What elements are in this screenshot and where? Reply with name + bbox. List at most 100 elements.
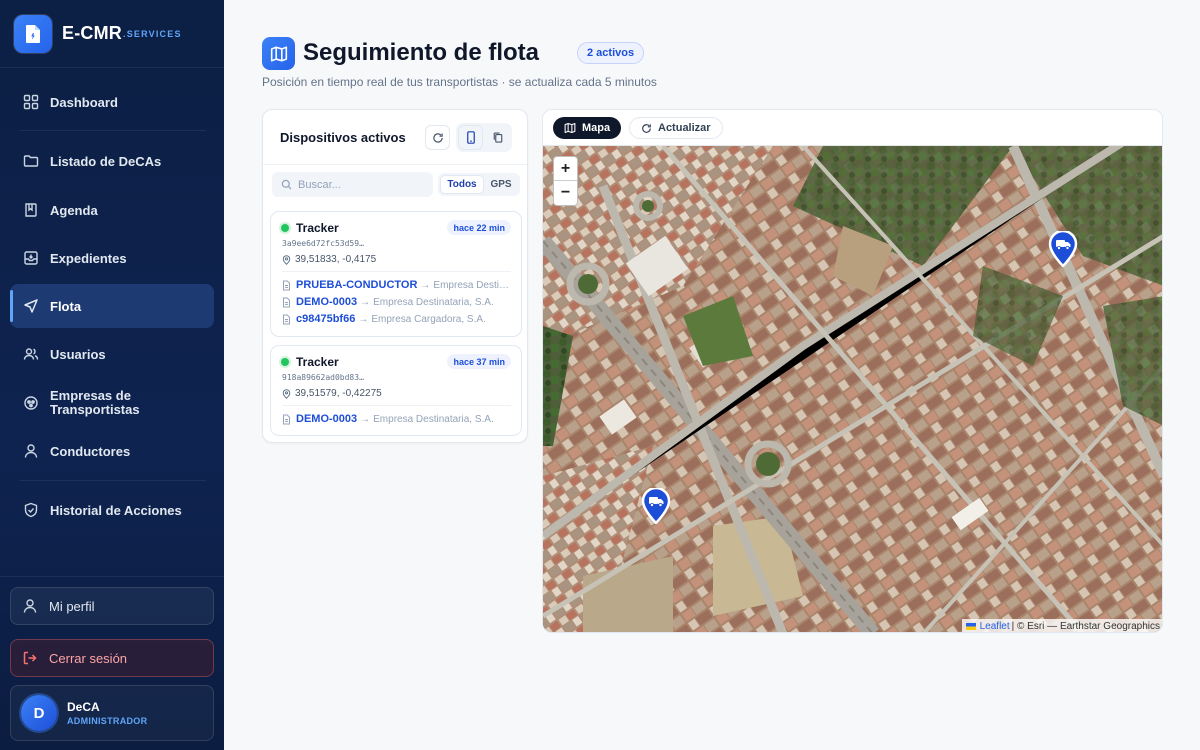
sidebar-item-dashboard[interactable]: Dashboard: [10, 80, 214, 124]
truck-pin-icon: [641, 486, 671, 525]
linked-document[interactable]: DEMO-0003 → Empresa Destinataria, S.A.: [282, 413, 514, 425]
satellite-map[interactable]: + − Leaflet | © Esri — Earthstar Geograp…: [543, 146, 1162, 632]
last-seen-badge: hace 37 min: [447, 354, 511, 369]
search-icon: [281, 179, 292, 190]
refresh-icon: [432, 132, 443, 143]
coords-value: 39,51579, -0,42275: [295, 388, 382, 399]
phone-view-button[interactable]: [458, 125, 483, 150]
logout-button[interactable]: Cerrar sesión: [10, 639, 214, 677]
avatar: D: [21, 695, 57, 731]
sidebar-item-label: Flota: [50, 298, 82, 314]
online-status-dot: [281, 224, 289, 232]
online-status-dot: [281, 358, 289, 366]
devices-title: Dispositivos activos: [280, 130, 406, 145]
document-code: c98475bf66: [296, 313, 356, 325]
satellite-imagery: [543, 146, 1162, 632]
building-icon: [22, 394, 40, 412]
map-icon: [564, 122, 576, 134]
linked-document[interactable]: c98475bf66 → Empresa Cargadora, S.A.: [282, 313, 514, 325]
linked-document[interactable]: PRUEBA-CONDUCTOR→Empresa Destinataria, S…: [282, 279, 514, 291]
document-icon: [283, 314, 290, 324]
devices-header: Dispositivos activos: [263, 110, 527, 165]
sidebar-item-usuarios[interactable]: Usuarios: [10, 332, 214, 376]
document-company: Empresa Destinataria, S.A.: [373, 296, 494, 308]
map-attribution: Leaflet | © Esri — Earthstar Geographics: [961, 619, 1162, 632]
leaflet-link[interactable]: Leaflet: [980, 621, 1010, 632]
zoom-control: + −: [553, 156, 578, 206]
filter-gps[interactable]: GPS: [484, 175, 518, 194]
document-logo-icon: [14, 14, 52, 53]
document-icon: [283, 414, 290, 424]
active-count-badge: 2 activos: [577, 42, 645, 64]
device-name: Tracker: [296, 221, 339, 235]
truck-marker[interactable]: [641, 486, 671, 525]
users-icon: [22, 345, 40, 363]
navigation-icon: [22, 297, 40, 315]
map-toolbar: Mapa Actualizar: [543, 110, 1162, 146]
profile-button[interactable]: Mi perfil: [10, 587, 214, 625]
arrow-icon: →: [358, 313, 369, 325]
arrow-icon: →: [360, 296, 371, 308]
page-title: Seguimiento de flota: [303, 39, 540, 66]
ukraine-flag-icon: [965, 623, 976, 630]
refresh-label: Actualizar: [658, 122, 711, 134]
brand[interactable]: E-CMR .SERVICES: [0, 0, 224, 68]
phone-icon: [466, 131, 475, 144]
filter-toggle: Todos GPS: [438, 173, 520, 196]
user-card[interactable]: D DeCA ADMINISTRADOR: [10, 685, 214, 741]
map-panel: Mapa Actualizar + − Leaflet | © Esri — E…: [542, 109, 1163, 633]
document-company: Empresa Cargadora, S.A.: [371, 313, 486, 325]
map-tab-label: Mapa: [582, 122, 611, 134]
linked-document[interactable]: DEMO-0003 → Empresa Destinataria, S.A.: [282, 296, 514, 308]
sidebar-item-decas[interactable]: Listado de DeCAs: [10, 139, 214, 183]
search-input[interactable]: [298, 178, 418, 191]
document-icon: [283, 297, 290, 307]
user-name: DeCA: [67, 700, 100, 714]
device-coords: 39,51579, -0,42275: [282, 388, 382, 399]
copy-docs-icon: [493, 132, 502, 143]
refresh-icon: [642, 123, 651, 133]
refresh-devices-button[interactable]: [425, 125, 450, 150]
arrow-icon: →: [360, 413, 371, 425]
search-box[interactable]: [272, 172, 433, 197]
filter-all[interactable]: Todos: [440, 175, 484, 194]
pin-icon: [282, 388, 291, 399]
map-tab[interactable]: Mapa: [553, 117, 622, 139]
refresh-button[interactable]: Actualizar: [629, 117, 723, 139]
document-company: Empresa Destinataria, S.A.: [373, 413, 494, 425]
last-seen-badge: hace 22 min: [447, 220, 511, 235]
sidebar-item-agenda[interactable]: Agenda: [10, 188, 214, 232]
device-id: 918a89662ad0bd83…: [282, 373, 364, 382]
device-coords: 39,51833, -0,4175: [282, 254, 376, 265]
document-company: Empresa Destinataria, S.A.: [433, 279, 514, 291]
brand-suffix: .SERVICES: [123, 28, 182, 39]
device-card[interactable]: Tracker hace 22 min 3a9ee6d72fc53d59… 39…: [270, 211, 522, 337]
sidebar-item-label: Empresas de Transportistas: [50, 388, 140, 417]
logout-icon: [21, 649, 39, 667]
zoom-out-button[interactable]: −: [554, 181, 577, 205]
sidebar-item-flota[interactable]: Flota: [10, 284, 214, 328]
device-id: 3a9ee6d72fc53d59…: [282, 239, 364, 248]
grid-icon: [22, 93, 40, 111]
brand-name: E-CMR: [62, 23, 122, 43]
sidebar-item-historial[interactable]: Historial de Acciones: [10, 488, 214, 532]
device-card[interactable]: Tracker hace 37 min 918a89662ad0bd83… 39…: [270, 345, 522, 436]
sidebar-footer: Mi perfil Cerrar sesión D DeCA ADMINISTR…: [0, 576, 224, 741]
sidebar-item-conductores[interactable]: Conductores: [10, 429, 214, 473]
truck-pin-icon: [1048, 229, 1078, 268]
archive-icon: [22, 249, 40, 267]
sidebar-item-empresas[interactable]: Empresas de Transportistas: [10, 381, 214, 425]
page-subtitle: Posición en tiempo real de tus transport…: [262, 75, 657, 89]
sidebar: E-CMR .SERVICES Dashboard Listado de DeC…: [0, 0, 224, 750]
device-name: Tracker: [296, 355, 339, 369]
zoom-in-button[interactable]: +: [554, 157, 577, 181]
sidebar-item-label: Listado de DeCAs: [50, 153, 162, 169]
truck-marker[interactable]: [1048, 229, 1078, 268]
document-code: DEMO-0003: [296, 296, 358, 308]
document-icon: [283, 280, 290, 290]
map-icon: [262, 37, 295, 70]
documents-view-button[interactable]: [485, 125, 510, 150]
sidebar-item-label: Usuarios: [50, 346, 106, 362]
document-code: PRUEBA-CONDUCTOR: [296, 279, 418, 291]
sidebar-item-expedientes[interactable]: Expedientes: [10, 236, 214, 280]
